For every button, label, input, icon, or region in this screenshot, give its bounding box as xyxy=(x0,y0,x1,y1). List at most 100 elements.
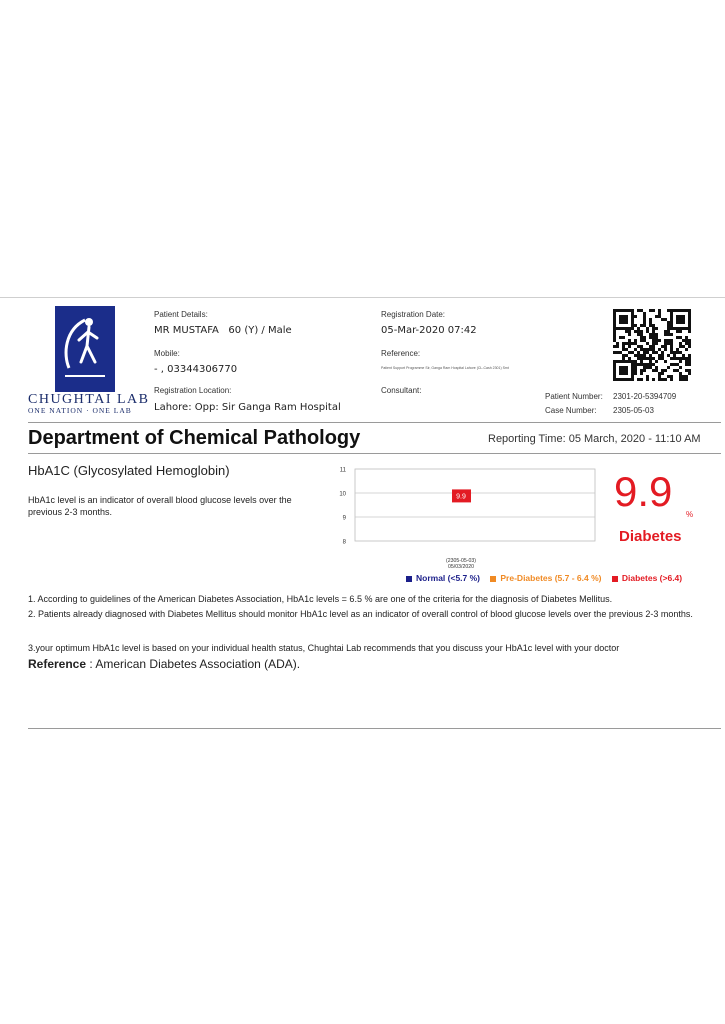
qr-module xyxy=(682,378,685,381)
qr-module xyxy=(661,354,664,357)
legend-diabetes: Diabetes (>6.4) xyxy=(611,573,682,583)
qr-module xyxy=(643,318,646,321)
chart-plot-area xyxy=(354,468,596,542)
reference-value: Patient Support Programme Sir, Ganga Ram… xyxy=(381,366,509,370)
qr-module xyxy=(634,342,637,345)
qr-module xyxy=(643,366,646,369)
registration-date-value: 05-Mar-2020 07:42 xyxy=(381,325,477,336)
patient-details-label: Patient Details: xyxy=(154,310,208,319)
qr-module xyxy=(652,309,655,312)
qr-module xyxy=(640,324,643,327)
qr-module xyxy=(643,351,646,354)
qr-module xyxy=(688,330,691,333)
qr-module xyxy=(637,351,640,354)
qr-module xyxy=(667,354,670,357)
qr-module xyxy=(649,366,652,369)
qr-module xyxy=(670,348,673,351)
qr-module xyxy=(688,363,691,366)
qr-module xyxy=(613,351,616,354)
qr-module xyxy=(622,336,625,339)
qr-module xyxy=(655,333,658,336)
chart-data-label: 9.9 xyxy=(456,493,466,500)
qr-module xyxy=(679,357,682,360)
qr-module xyxy=(625,354,628,357)
qr-module xyxy=(655,336,658,339)
qr-module xyxy=(634,354,637,357)
qr-module xyxy=(622,354,625,357)
qr-module xyxy=(685,363,688,366)
qr-module xyxy=(649,345,652,348)
qr-module xyxy=(664,360,667,363)
qr-module xyxy=(685,369,688,372)
qr-module xyxy=(637,327,640,330)
qr-module xyxy=(631,342,634,345)
qr-module xyxy=(688,342,691,345)
qr-module xyxy=(637,309,640,312)
qr-module xyxy=(637,345,640,348)
consultant-label: Consultant: xyxy=(381,386,422,395)
qr-module xyxy=(646,330,649,333)
qr-module xyxy=(658,339,661,342)
qr-module xyxy=(634,339,637,342)
qr-module xyxy=(652,330,655,333)
header-divider-bottom xyxy=(28,453,721,454)
qr-module xyxy=(652,369,655,372)
qr-module xyxy=(664,333,667,336)
qr-module xyxy=(664,369,667,372)
qr-module xyxy=(661,318,664,321)
qr-module xyxy=(688,369,691,372)
qr-module xyxy=(640,339,643,342)
qr-module xyxy=(640,360,643,363)
qr-module xyxy=(667,309,670,312)
qr-module xyxy=(643,339,646,342)
qr-module xyxy=(652,327,655,330)
qr-module xyxy=(634,330,637,333)
qr-module xyxy=(628,330,631,333)
qr-module xyxy=(688,345,691,348)
qr-module xyxy=(649,318,652,321)
qr-module xyxy=(634,363,637,366)
department-title: Department of Chemical Pathology xyxy=(28,427,361,449)
qr-module xyxy=(625,342,628,345)
qr-module xyxy=(655,342,658,345)
qr-module xyxy=(622,345,625,348)
qr-module xyxy=(664,339,667,342)
note-2: 2. Patients already diagnosed with Diabe… xyxy=(28,609,693,619)
qr-module xyxy=(637,357,640,360)
qr-module xyxy=(643,354,646,357)
qr-module xyxy=(676,369,679,372)
qr-module xyxy=(613,330,616,333)
qr-module xyxy=(688,357,691,360)
qr-module xyxy=(661,345,664,348)
qr-module xyxy=(634,315,637,318)
qr-module xyxy=(682,339,685,342)
chart-y-tick-label: 9 xyxy=(343,516,347,522)
result-status: Diabetes xyxy=(619,528,682,545)
qr-module xyxy=(637,354,640,357)
qr-module xyxy=(652,336,655,339)
qr-module xyxy=(640,336,643,339)
reference-text: : American Diabetes Association (ADA). xyxy=(89,657,301,671)
qr-module xyxy=(655,315,658,318)
qr-module xyxy=(637,363,640,366)
qr-module xyxy=(646,327,649,330)
qr-module xyxy=(646,366,649,369)
legend-prediabetes: Pre-Diabetes (5.7 - 6.4 %) xyxy=(490,573,602,583)
qr-module xyxy=(664,345,667,348)
qr-module xyxy=(688,360,691,363)
qr-module xyxy=(679,360,682,363)
qr-module xyxy=(676,363,679,366)
qr-module xyxy=(679,345,682,348)
chart-x-tick-label-line2: 05/03/2020 xyxy=(448,564,474,570)
header-divider-top xyxy=(28,422,721,423)
qr-module xyxy=(667,321,670,324)
qr-module xyxy=(640,357,643,360)
qr-module xyxy=(649,309,652,312)
qr-module xyxy=(646,363,649,366)
qr-module xyxy=(649,336,652,339)
qr-module xyxy=(628,333,631,336)
qr-module xyxy=(685,348,688,351)
qr-module xyxy=(613,333,616,336)
qr-module xyxy=(670,333,673,336)
footer-divider xyxy=(28,728,721,729)
